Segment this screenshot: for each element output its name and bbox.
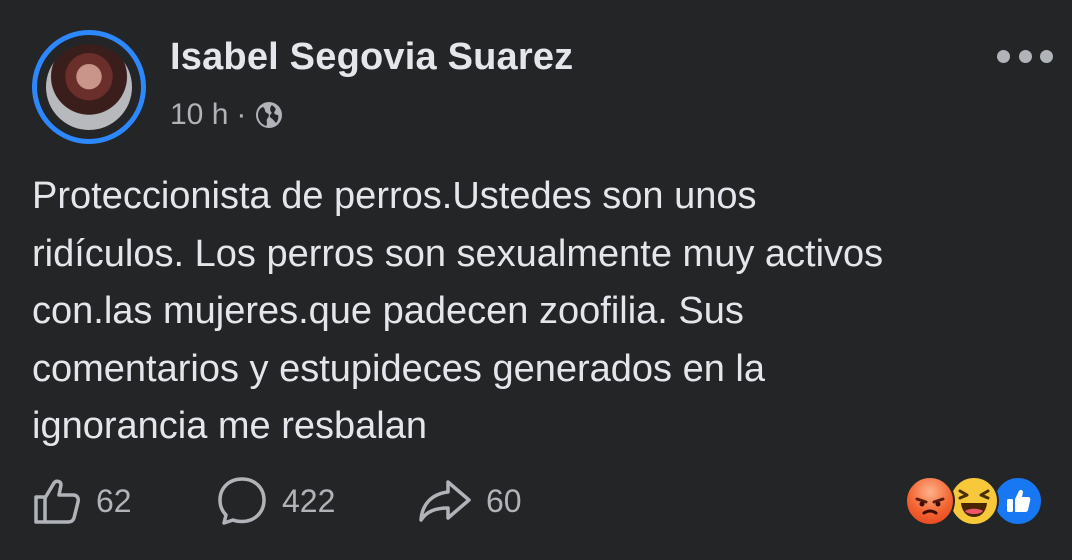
post-text-line: comentarios y estupideces generados en l… (32, 347, 766, 390)
like-count: 62 (96, 482, 132, 519)
post-header: Isabel Segovia Suarez 10 h · (32, 30, 1053, 150)
share-icon (419, 480, 471, 522)
share-button[interactable]: 60 (418, 475, 522, 527)
post-text-line: Proteccionista de perros.Ustedes son uno… (32, 175, 757, 217)
post-text-line: ridículos. Los perros son sexualmente mu… (32, 232, 884, 275)
like-reaction-icon (993, 476, 1043, 526)
like-button[interactable]: 62 (32, 475, 132, 527)
post-meta: 10 h · (170, 96, 284, 134)
share-count: 60 (486, 482, 522, 519)
thumbs-up-icon (34, 479, 80, 524)
comment-button[interactable]: 422 (216, 475, 335, 527)
reactions-summary[interactable] (905, 476, 1047, 526)
avatar[interactable] (46, 44, 132, 130)
comment-count: 422 (282, 482, 336, 519)
post-text: Proteccionista de perros.Ustedes son uno… (32, 168, 1052, 456)
more-options-icon[interactable] (997, 48, 1053, 64)
globe-icon[interactable] (254, 100, 284, 130)
comment-icon (218, 477, 266, 525)
author-name[interactable]: Isabel Segovia Suarez (170, 36, 573, 79)
post-text-line: con.las mujeres.que padecen zoofilia. Su… (32, 290, 744, 332)
author-avatar-ring[interactable] (32, 30, 146, 144)
haha-reaction-icon (949, 476, 999, 526)
post-text-line: ignorancia me resbalan (32, 405, 428, 447)
meta-separator: · (236, 98, 247, 131)
post-timestamp[interactable]: 10 h (170, 98, 228, 132)
angry-reaction-icon (905, 476, 955, 526)
